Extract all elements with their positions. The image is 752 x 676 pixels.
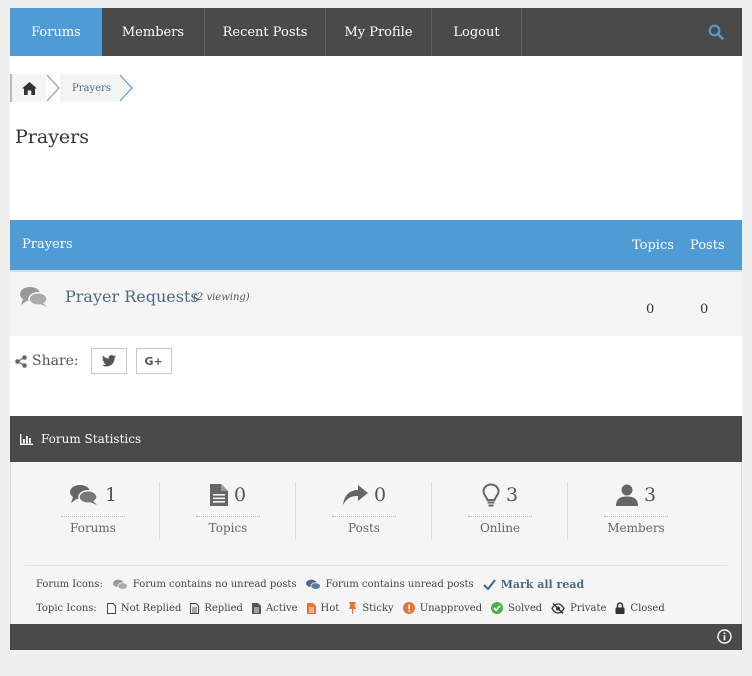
topic-private-text: Private	[570, 602, 607, 614]
share-twitter-button[interactable]	[90, 348, 127, 374]
forum-icons-label: Forum Icons:	[36, 579, 103, 590]
stat-posts-label: Posts	[332, 516, 396, 535]
bar-chart-icon	[20, 433, 33, 445]
lock-icon	[615, 602, 625, 614]
stat-posts-value: 0	[373, 484, 387, 506]
stat-members: 3 Members	[568, 480, 704, 542]
row-posts-count: 0	[700, 302, 709, 317]
topic-not-replied-text: Not Replied	[120, 602, 182, 614]
forum-unread-icon	[305, 579, 321, 590]
share-label: Share:	[32, 353, 79, 369]
breadcrumb-prayers[interactable]: Prayers	[60, 74, 119, 102]
forum-unread-text: Forum contains unread posts	[325, 579, 474, 590]
stat-forums-label: Forums	[61, 516, 125, 535]
topic-unapproved-text: Unapproved	[419, 602, 483, 614]
file-outline-icon	[106, 602, 116, 614]
header-topics: Topics	[632, 238, 674, 253]
exclamation-circle-icon	[402, 602, 415, 614]
page-title: Prayers	[15, 126, 90, 148]
topic-solved-text: Solved	[508, 602, 543, 614]
googleplus-icon: G+	[144, 354, 163, 368]
forum-statistics-body: 1 Forums 0 Topics 0 Posts 3 Online 3 Mem…	[10, 462, 742, 624]
topic-closed-text: Closed	[630, 602, 665, 614]
thumbtack-icon	[349, 602, 357, 614]
topic-hot-text: Hot	[320, 602, 340, 614]
lightbulb-icon	[482, 483, 500, 507]
stat-forums-value: 1	[104, 484, 118, 506]
check-icon	[482, 579, 496, 590]
topic-sticky-text: Sticky	[362, 602, 394, 614]
home-icon	[21, 81, 37, 95]
topic-icons-legend: Topic Icons: Not Replied Replied Active …	[36, 602, 674, 614]
forum-statistics-header: Forum Statistics	[10, 416, 742, 462]
check-circle-icon	[491, 602, 504, 614]
forum-icons-legend: Forum Icons: Forum contains no unread po…	[36, 578, 593, 591]
file-icon	[209, 484, 228, 506]
stat-topics: 0 Topics	[160, 480, 296, 542]
forum-no-unread-text: Forum contains no unread posts	[132, 579, 297, 590]
viewing-count: (2 viewing)	[193, 292, 250, 303]
statistics-footer	[10, 624, 742, 650]
nav-members[interactable]: Members	[102, 8, 205, 56]
stat-topics-value: 0	[233, 484, 247, 506]
comments-icon	[69, 485, 98, 505]
nav-logout[interactable]: Logout	[432, 8, 522, 56]
share-bar: Share: G+	[15, 348, 181, 374]
search-button[interactable]	[690, 8, 742, 56]
topic-active-text: Active	[265, 602, 298, 614]
search-icon	[708, 24, 724, 40]
stat-forums: 1 Forums	[25, 480, 161, 542]
mark-all-read-link[interactable]: Mark all read	[482, 578, 584, 591]
breadcrumb-end-icon	[118, 74, 133, 102]
info-icon[interactable]	[717, 629, 732, 644]
share-googleplus-button[interactable]: G+	[135, 348, 172, 374]
share-icon	[15, 354, 27, 368]
twitter-icon	[101, 355, 116, 367]
file-hot-icon	[306, 602, 316, 614]
nav-forums[interactable]: Forums	[10, 8, 102, 56]
comments-icon	[20, 287, 48, 307]
nav-my-profile[interactable]: My Profile	[326, 8, 432, 56]
breadcrumb-home[interactable]	[10, 74, 46, 102]
forum-statistics-title: Forum Statistics	[41, 432, 142, 446]
stat-members-label: Members	[604, 516, 668, 535]
forum-row: Prayer Requests (2 viewing) 0 0	[10, 270, 742, 336]
file-text-icon	[251, 602, 261, 614]
stat-online-label: Online	[468, 516, 532, 535]
page-wrapper: Forums Members Recent Posts My Profile L…	[10, 8, 742, 650]
forum-category-title[interactable]: Prayers	[22, 237, 73, 252]
reply-icon	[342, 485, 368, 505]
topic-replied-text: Replied	[204, 602, 243, 614]
eye-slash-icon	[551, 602, 565, 614]
row-topics-count: 0	[646, 302, 655, 317]
nav-recent-posts[interactable]: Recent Posts	[205, 8, 326, 56]
topic-icons-label: Topic Icons:	[36, 602, 97, 614]
stat-online-value: 3	[505, 484, 519, 506]
breadcrumb: Prayers	[10, 74, 133, 102]
stat-topics-label: Topics	[196, 516, 260, 535]
stat-online: 3 Online	[432, 480, 568, 542]
user-icon	[615, 484, 638, 506]
stat-posts: 0 Posts	[296, 480, 432, 542]
forum-no-unread-icon	[112, 579, 128, 590]
file-text-outline-icon	[190, 602, 200, 614]
breadcrumb-separator-icon	[46, 74, 60, 102]
mark-all-read-text[interactable]: Mark all read	[501, 578, 584, 591]
forum-table-header: Prayers Topics Posts	[10, 220, 742, 270]
stat-members-value: 3	[643, 484, 657, 506]
top-nav: Forums Members Recent Posts My Profile L…	[10, 8, 742, 56]
header-posts: Posts	[690, 238, 725, 253]
forum-link-prayer-requests[interactable]: Prayer Requests	[65, 287, 199, 306]
